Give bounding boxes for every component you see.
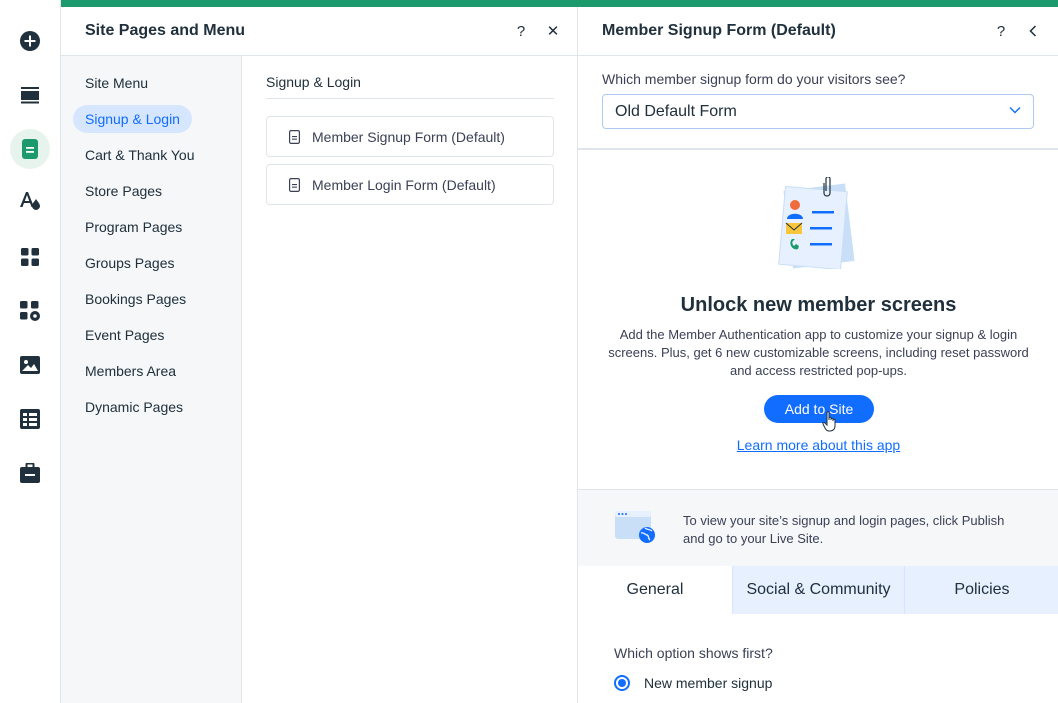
- member-form-illustration: [778, 177, 855, 269]
- site-pages-title: Site Pages and Menu: [85, 22, 246, 39]
- chevron-down-icon: [1009, 107, 1021, 114]
- cms-icon: [20, 409, 40, 429]
- settings-header: Member Signup Form (Default) ?: [578, 7, 1058, 56]
- add-to-site-button[interactable]: Add to Site: [764, 395, 874, 423]
- site-pages-nav: Site Menu Signup & Login Cart & Thank Yo…: [61, 56, 242, 703]
- site-design-button[interactable]: [10, 181, 50, 221]
- media-icon: [20, 356, 40, 374]
- settings-title: Member Signup Form (Default): [602, 22, 836, 39]
- nav-item-cart-thank-you[interactable]: Cart & Thank You: [73, 141, 206, 169]
- add-apps-button[interactable]: [10, 237, 50, 277]
- radio-new-member-signup[interactable]: New member signup: [614, 674, 772, 692]
- close-icon[interactable]: ✕: [543, 21, 563, 41]
- cms-button[interactable]: [10, 399, 50, 439]
- radio-button[interactable]: [614, 675, 630, 691]
- section-divider: [266, 98, 554, 99]
- option-question: Which option shows first?: [614, 645, 773, 661]
- page-item-label: Member Login Form (Default): [312, 176, 496, 193]
- settings-tabs: General Social & Community Policies: [578, 566, 1058, 614]
- panel-divider: [578, 148, 1058, 150]
- design-icon: [20, 192, 40, 210]
- nav-item-members-area[interactable]: Members Area: [73, 357, 188, 385]
- add-elements-button[interactable]: [10, 21, 50, 61]
- nav-item-groups-pages[interactable]: Groups Pages: [73, 249, 187, 277]
- apps-icon: [21, 248, 39, 266]
- media-button[interactable]: [10, 345, 50, 385]
- nav-item-signup-login[interactable]: Signup & Login: [73, 105, 192, 133]
- section-title: Signup & Login: [266, 74, 361, 90]
- portfolio-button[interactable]: [10, 453, 50, 493]
- dropdown-value: Old Default Form: [615, 103, 737, 120]
- tab-general[interactable]: General: [578, 566, 732, 614]
- portfolio-icon: [20, 463, 40, 483]
- live-site-info: To view your site’s signup and login pag…: [578, 489, 1058, 566]
- sections-icon: [21, 87, 39, 104]
- hand-cursor-icon: [822, 411, 836, 432]
- signup-form-question: Which member signup form do your visitor…: [602, 71, 906, 87]
- business-apps-button[interactable]: [10, 291, 50, 331]
- live-site-info-text: To view your site’s signup and login pag…: [683, 513, 1005, 546]
- site-pages-header: Site Pages and Menu ? ✕: [61, 7, 577, 56]
- tab-policies[interactable]: Policies: [905, 566, 1058, 614]
- left-toolbar: [0, 0, 61, 703]
- page-item-member-signup-form[interactable]: Member Signup Form (Default): [266, 116, 554, 157]
- nav-item-bookings-pages[interactable]: Bookings Pages: [73, 285, 198, 313]
- page-icon: [289, 177, 300, 192]
- page-item-member-login-form[interactable]: Member Login Form (Default): [266, 164, 554, 205]
- promo-description: Add the Member Authentication app to cus…: [608, 327, 1029, 378]
- pages-button[interactable]: [10, 129, 50, 169]
- radio-label: New member signup: [644, 675, 773, 691]
- pages-icon: [22, 139, 38, 159]
- member-signup-settings-panel: Member Signup Form (Default) ? Which mem…: [577, 7, 1058, 703]
- business-apps-icon: [20, 301, 40, 321]
- help-icon[interactable]: ?: [991, 21, 1011, 41]
- nav-item-dynamic-pages[interactable]: Dynamic Pages: [73, 393, 195, 421]
- learn-more-link[interactable]: Learn more about this app: [578, 437, 1058, 453]
- site-pages-content: Signup & Login Member Signup Form (Defau…: [242, 56, 577, 703]
- page-item-label: Member Signup Form (Default): [312, 128, 505, 145]
- help-icon[interactable]: ?: [511, 21, 531, 41]
- sections-button[interactable]: [10, 75, 50, 115]
- promo-title: Unlock new member screens: [680, 294, 957, 316]
- back-icon[interactable]: [1023, 21, 1043, 41]
- page-icon: [289, 129, 300, 144]
- tab-social-community[interactable]: Social & Community: [733, 566, 904, 614]
- radio-selected-dot: [618, 679, 626, 687]
- signup-form-dropdown[interactable]: Old Default Form: [602, 94, 1034, 129]
- browser-globe-icon: [615, 511, 655, 543]
- nav-item-site-menu[interactable]: Site Menu: [73, 69, 160, 97]
- nav-item-event-pages[interactable]: Event Pages: [73, 321, 176, 349]
- nav-item-store-pages[interactable]: Store Pages: [73, 177, 174, 205]
- editor-top-bar: [61, 0, 1058, 7]
- nav-item-program-pages[interactable]: Program Pages: [73, 213, 194, 241]
- add-icon: [20, 31, 40, 51]
